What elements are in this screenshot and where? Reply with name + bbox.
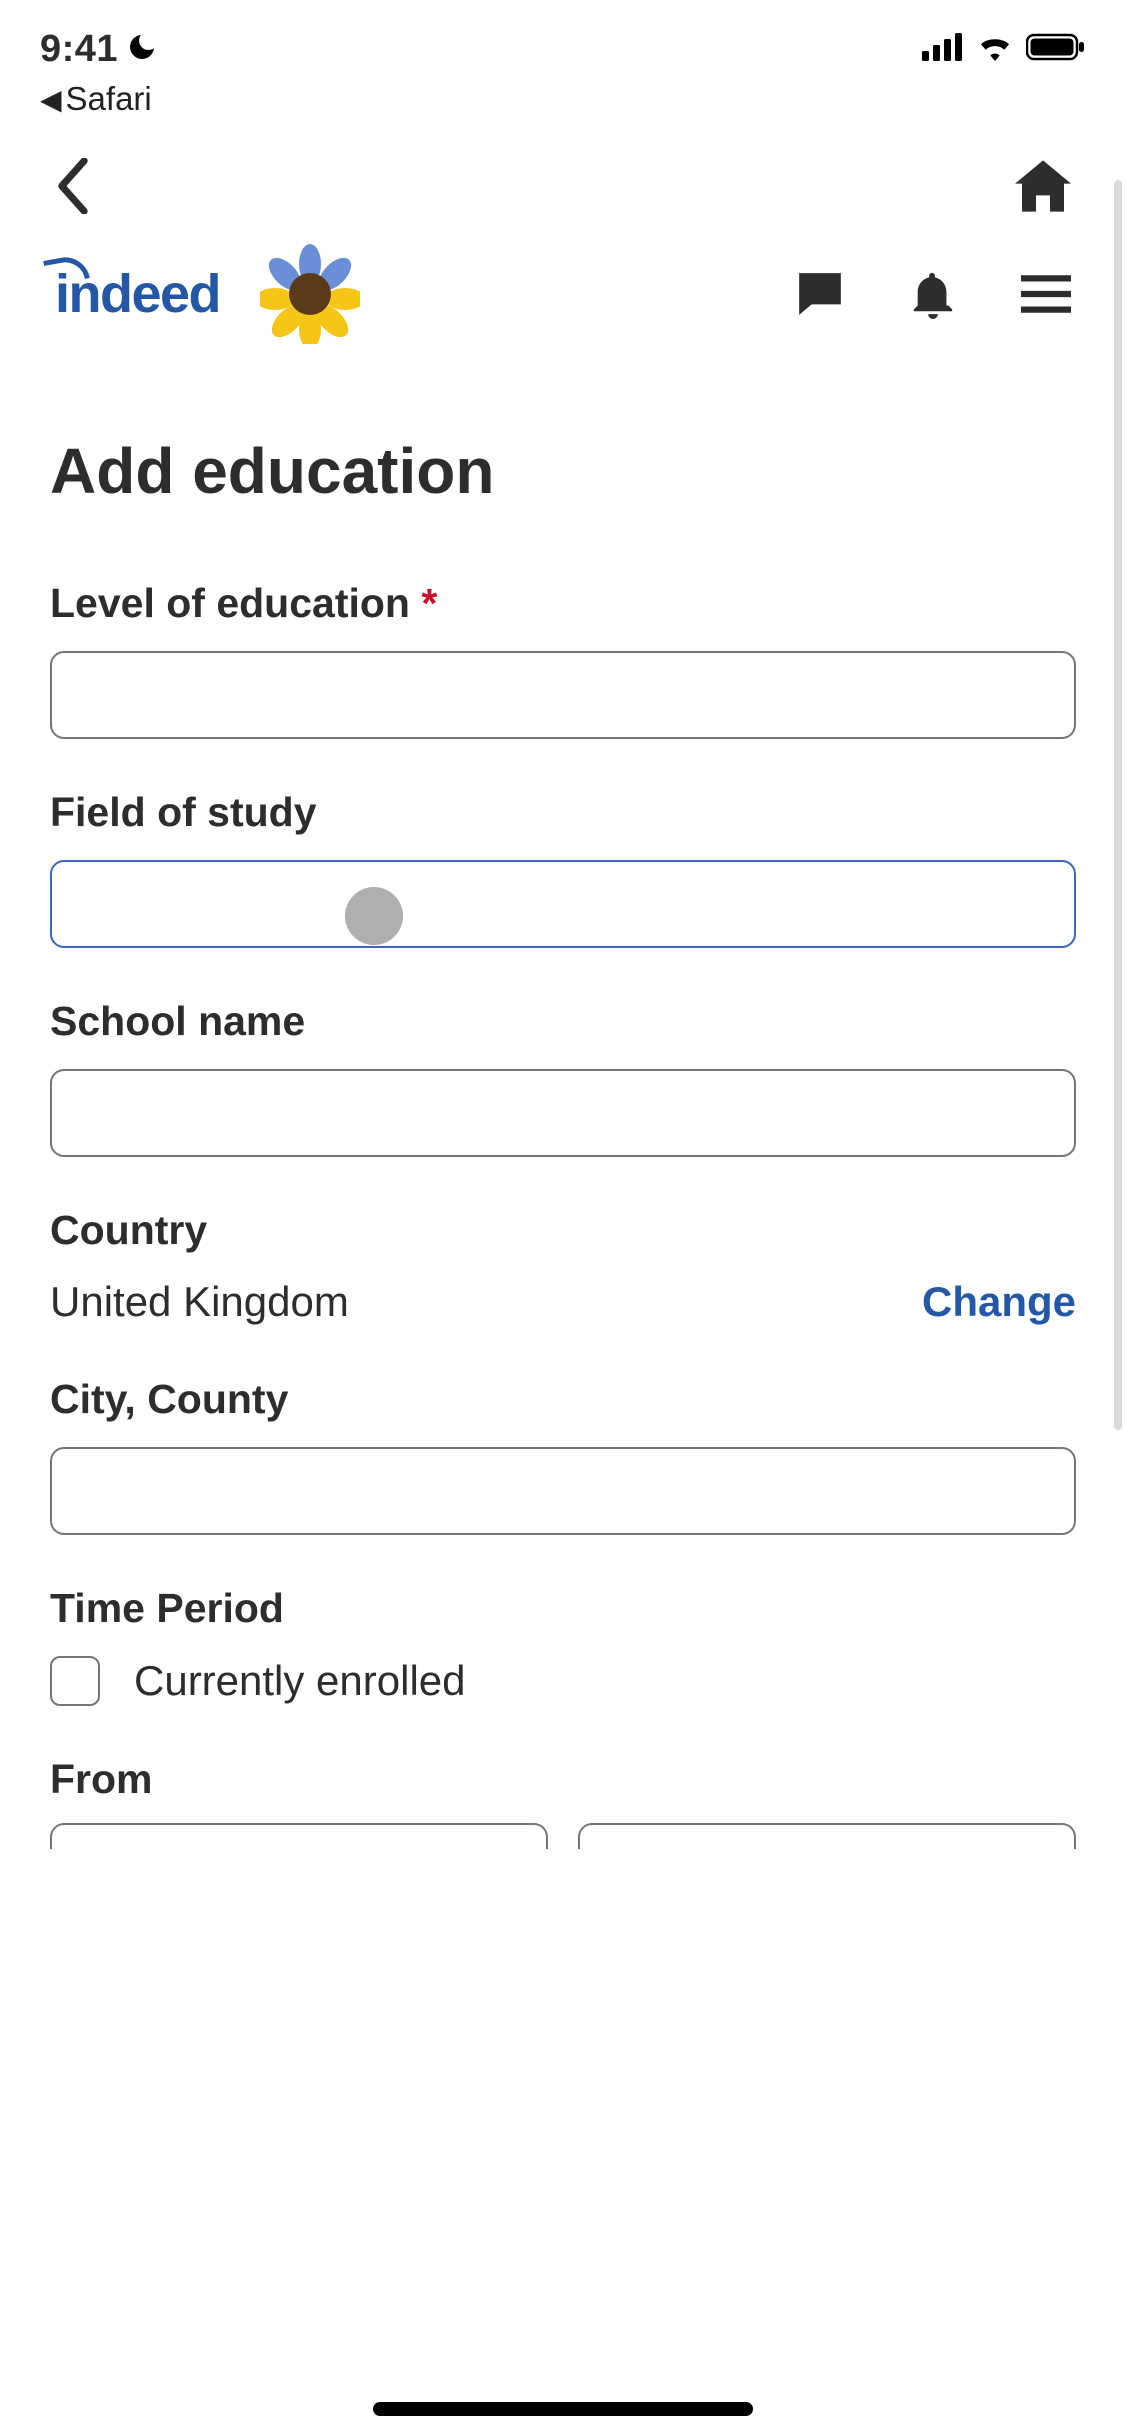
bell-icon <box>910 268 956 320</box>
level-label: Level of education * <box>50 580 1076 627</box>
content: Add education Level of education * Field… <box>0 379 1126 1849</box>
hamburger-icon <box>1021 275 1071 313</box>
wifi-icon <box>976 33 1014 66</box>
field-of-study-label: Field of study <box>50 789 1076 836</box>
brand-row: indeed <box>0 244 1126 379</box>
status-bar: 9:41 <box>0 0 1126 80</box>
back-triangle-icon: ◀ <box>40 83 62 116</box>
battery-icon <box>1026 33 1086 66</box>
country-row: United Kingdom Change <box>50 1278 1076 1326</box>
notifications-button[interactable] <box>910 268 956 320</box>
level-label-text: Level of education <box>50 580 410 626</box>
city-label: City, County <box>50 1376 1076 1423</box>
back-app-label: Safari <box>66 80 152 118</box>
field-time-period: Time Period Currently enrolled <box>50 1585 1076 1706</box>
level-input[interactable] <box>50 651 1076 739</box>
back-button[interactable] <box>55 158 91 219</box>
school-input[interactable] <box>50 1069 1076 1157</box>
scroll-indicator <box>1114 180 1122 1430</box>
from-selects <box>50 1823 1076 1849</box>
country-label: Country <box>50 1207 1076 1254</box>
indeed-logo[interactable]: indeed <box>55 263 220 325</box>
sunflower-icon <box>260 244 360 344</box>
home-button[interactable] <box>1015 160 1071 217</box>
from-month-select[interactable] <box>50 1823 548 1849</box>
field-of-study-input[interactable] <box>50 860 1076 948</box>
city-input[interactable] <box>50 1447 1076 1535</box>
brand-right <box>795 268 1071 320</box>
country-value: United Kingdom <box>50 1278 349 1326</box>
field-from: From <box>50 1756 1076 1849</box>
cellular-icon <box>922 33 964 66</box>
required-mark: * <box>421 580 437 626</box>
menu-button[interactable] <box>1021 275 1071 313</box>
field-field-of-study: Field of study <box>50 789 1076 948</box>
time-period-label: Time Period <box>50 1585 1076 1632</box>
school-label: School name <box>50 998 1076 1045</box>
messages-button[interactable] <box>795 269 845 319</box>
chat-icon <box>795 269 845 319</box>
home-indicator[interactable] <box>373 2402 753 2416</box>
nav-row <box>0 118 1126 244</box>
page-title: Add education <box>50 434 1076 508</box>
touch-indicator <box>345 887 403 945</box>
field-city-county: City, County <box>50 1376 1076 1535</box>
currently-enrolled-row: Currently enrolled <box>50 1656 1076 1706</box>
field-school-name: School name <box>50 998 1076 1157</box>
status-time: 9:41 <box>40 28 118 71</box>
field-level-of-education: Level of education * <box>50 580 1076 739</box>
field-country: Country United Kingdom Change <box>50 1207 1076 1326</box>
home-icon <box>1015 160 1071 212</box>
status-left: 9:41 <box>40 28 158 71</box>
currently-enrolled-checkbox[interactable] <box>50 1656 100 1706</box>
from-label: From <box>50 1756 1076 1803</box>
back-to-app[interactable]: ◀ Safari <box>0 80 1126 118</box>
currently-enrolled-label: Currently enrolled <box>134 1657 466 1705</box>
brand-left: indeed <box>55 244 360 344</box>
status-right <box>922 33 1086 66</box>
change-country-link[interactable]: Change <box>922 1278 1076 1326</box>
moon-icon <box>126 31 158 68</box>
from-year-select[interactable] <box>578 1823 1076 1849</box>
chevron-left-icon <box>55 158 91 214</box>
